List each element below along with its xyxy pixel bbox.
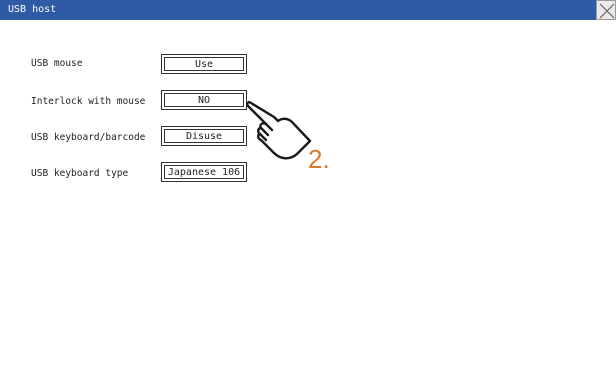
usb-host-window: USB host USB mouse Use Interlock with mo… (0, 0, 616, 374)
usb-keyboard-type-button[interactable]: Japanese 106 (161, 162, 247, 182)
interlock-with-mouse-value: NO (164, 93, 244, 107)
usb-keyboard-barcode-value: Disuse (164, 129, 244, 143)
close-button[interactable] (596, 0, 616, 20)
step-number-label: 2. (308, 144, 330, 174)
interlock-with-mouse-button[interactable]: NO (161, 90, 247, 110)
usb-keyboard-type-label: USB keyboard type (31, 168, 129, 179)
usb-keyboard-type-value: Japanese 106 (164, 165, 244, 179)
close-icon (599, 3, 615, 19)
hand-pointer-icon (246, 101, 312, 160)
usb-mouse-value: Use (164, 57, 244, 71)
usb-keyboard-barcode-button[interactable]: Disuse (161, 126, 247, 146)
usb-mouse-button[interactable]: Use (161, 54, 247, 74)
window-title: USB host (8, 4, 57, 15)
title-bar: USB host (0, 0, 616, 20)
usb-keyboard-barcode-label: USB keyboard/barcode (31, 132, 146, 143)
usb-mouse-label: USB mouse (31, 58, 83, 69)
interlock-with-mouse-label: Interlock with mouse (31, 96, 146, 107)
